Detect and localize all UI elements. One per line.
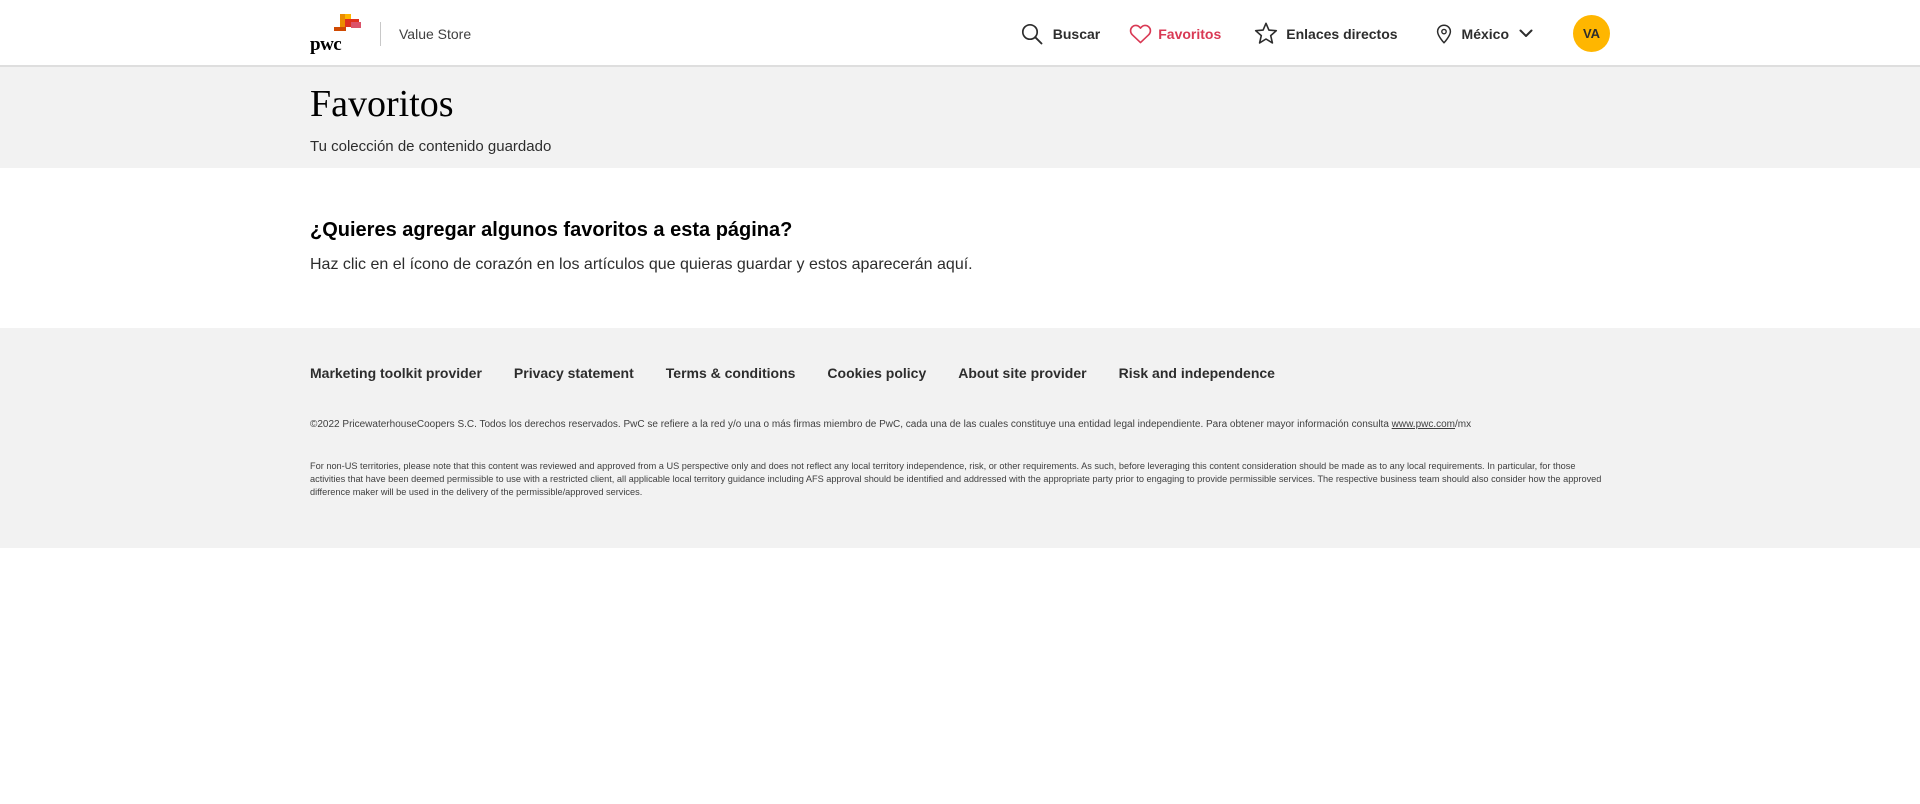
pwc-wordmark: pwc (310, 33, 342, 55)
page-subtitle: Tu colección de contenido guardado (310, 138, 552, 155)
site-footer: Marketing toolkit provider Privacy state… (0, 328, 1920, 548)
location-pin-icon (1436, 23, 1451, 44)
footer-disclaimer: For non-US territories, please note that… (310, 461, 1602, 497)
search-button[interactable]: Buscar (1021, 23, 1100, 45)
pwc-logo-mark: pwc (310, 13, 362, 55)
title-band: Favoritos Tu colección de contenido guar… (0, 67, 1920, 168)
top-nav: Buscar Favoritos Enlaces directos México… (1021, 0, 1610, 67)
search-label: Buscar (1052, 25, 1101, 42)
footer-link-cookies-policy[interactable]: Cookies policy (827, 365, 926, 381)
favorites-empty-state: ¿Quieres agregar algunos favoritos a est… (0, 168, 1920, 328)
footer-link-privacy-statement[interactable]: Privacy statement (514, 365, 634, 381)
direct-links-label: Enlaces directos (1286, 25, 1398, 42)
site-name[interactable]: Value Store (399, 26, 471, 42)
footer-link-terms-conditions[interactable]: Terms & conditions (666, 365, 796, 381)
pwc-website-link[interactable]: www.pwc.com (1392, 419, 1455, 430)
user-avatar[interactable]: VA (1573, 15, 1610, 52)
footer-link-risk-independence[interactable]: Risk and independence (1119, 365, 1275, 381)
heart-icon (1130, 24, 1152, 43)
empty-state-text: Haz clic en el ícono de corazón en los a… (310, 256, 973, 273)
site-header: pwc Value Store Buscar Favoritos Enlaces… (0, 0, 1920, 67)
footer-link-about-site-provider[interactable]: About site provider (958, 365, 1086, 381)
footer-link-marketing-toolkit-provider[interactable]: Marketing toolkit provider (310, 365, 482, 381)
empty-state-heading: ¿Quieres agregar algunos favoritos a est… (310, 219, 793, 241)
page-title: Favoritos (310, 83, 454, 125)
chevron-down-icon (1519, 29, 1533, 37)
favorites-nav-link[interactable]: Favoritos (1129, 24, 1221, 44)
logo-divider (380, 21, 381, 46)
footer-links: Marketing toolkit provider Privacy state… (310, 365, 1610, 381)
copyright-suffix: /mx (1455, 419, 1472, 430)
direct-links-button[interactable]: Enlaces directos (1254, 22, 1398, 45)
copyright-text: ©2022 PricewaterhouseCoopers S.C. Todos … (310, 419, 1392, 430)
star-icon (1255, 22, 1278, 44)
copyright-notice: ©2022 PricewaterhouseCoopers S.C. Todos … (310, 419, 1610, 430)
favorites-label: Favoritos (1158, 25, 1222, 42)
search-icon (1021, 23, 1043, 44)
country-label: México (1461, 25, 1509, 42)
country-selector[interactable]: México (1436, 23, 1533, 44)
pwc-logo[interactable]: pwc (310, 0, 362, 67)
